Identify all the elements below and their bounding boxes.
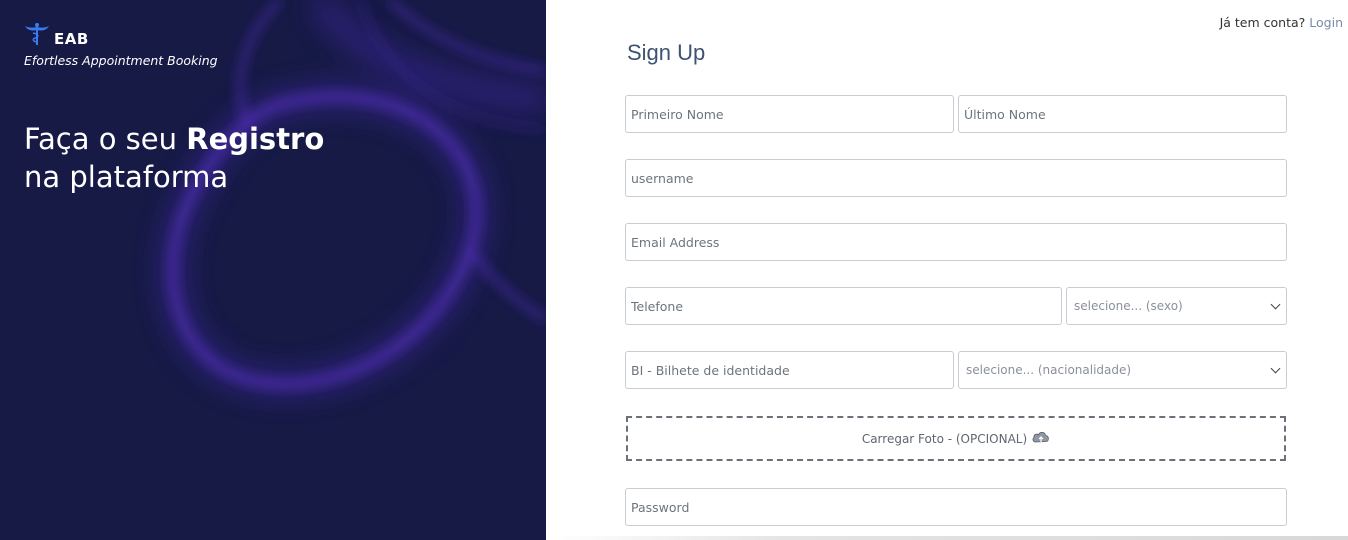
headline: Faça o seu Registro na plataforma (24, 120, 324, 196)
chevron-down-icon (1270, 299, 1281, 309)
email-input[interactable] (626, 224, 1286, 260)
login-link[interactable]: Login (1309, 15, 1343, 30)
signup-page: EAB Efortless Appointment Booking Faça o… (0, 0, 1348, 540)
first-name-input[interactable] (626, 96, 953, 132)
nationality-select[interactable]: selecione... (nacionalidade) (958, 351, 1287, 389)
page-title: Sign Up (627, 40, 706, 65)
gender-select[interactable]: selecione... (sexo) (1066, 287, 1287, 325)
username-input[interactable] (626, 160, 1286, 196)
caduceus-icon (24, 22, 50, 50)
username-field (625, 159, 1287, 197)
last-name-input[interactable] (959, 96, 1286, 132)
gender-select-value: selecione... (sexo) (1074, 299, 1183, 313)
login-prompt-text: Já tem conta? (1219, 15, 1306, 30)
nationality-select-value: selecione... (nacionalidade) (966, 363, 1132, 377)
headline-bold: Registro (186, 122, 325, 156)
photo-upload-dropzone[interactable]: Carregar Foto - (OPCIONAL) (626, 416, 1286, 461)
cloud-upload-icon (1032, 430, 1050, 447)
background-glow-rings (161, 0, 546, 395)
first-name-field (625, 95, 954, 133)
password-field (625, 488, 1287, 526)
upload-label: Carregar Foto - (OPCIONAL) (861, 431, 1028, 446)
phone-field (625, 287, 1062, 325)
horizontal-scrollbar[interactable] (546, 536, 1348, 540)
brand-panel: EAB Efortless Appointment Booking Faça o… (0, 0, 546, 540)
email-field (625, 223, 1287, 261)
login-prompt: Já tem conta? Login (1220, 15, 1343, 30)
id-input[interactable] (626, 352, 953, 388)
password-input[interactable] (626, 489, 1286, 525)
brand-name: EAB (54, 30, 89, 48)
last-name-field (958, 95, 1287, 133)
id-field (625, 351, 954, 389)
brand: EAB Efortless Appointment Booking (24, 22, 218, 68)
phone-input[interactable] (626, 288, 1061, 324)
headline-line2: na plataforma (24, 160, 229, 194)
chevron-down-icon (1270, 363, 1281, 373)
brand-tagline: Efortless Appointment Booking (24, 53, 218, 68)
headline-prefix: Faça o seu (24, 122, 187, 156)
